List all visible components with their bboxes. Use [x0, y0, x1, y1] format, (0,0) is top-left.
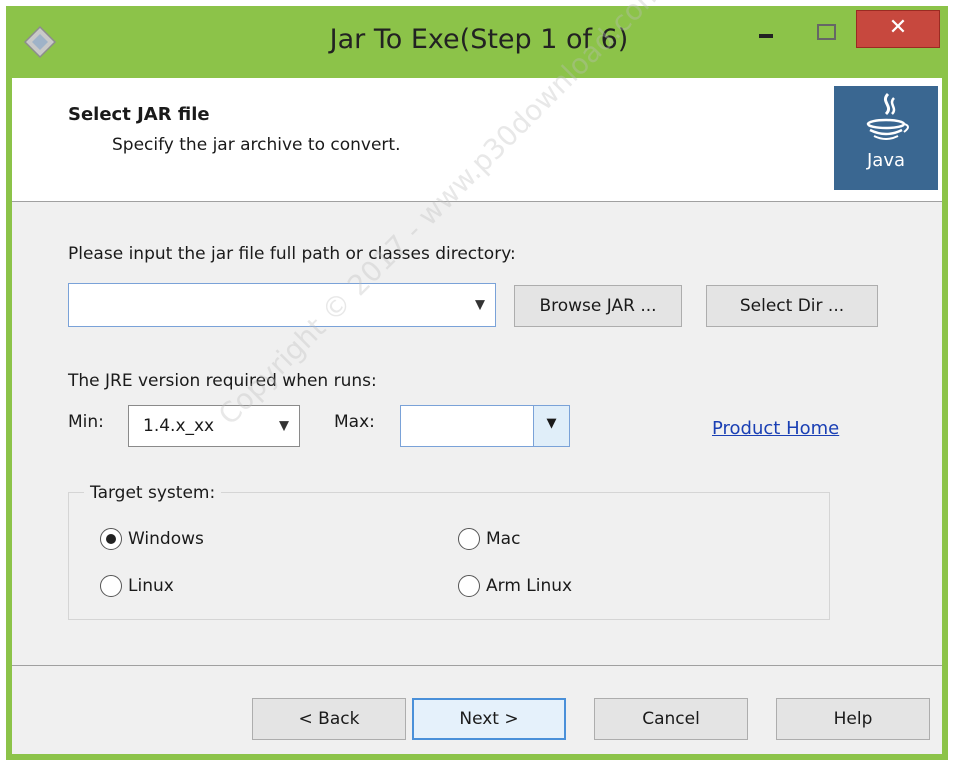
help-button[interactable]: Help — [776, 698, 930, 740]
app-window: Jar To Exe(Step 1 of 6) ✕ Select JAR fil… — [6, 0, 948, 760]
radio-windows-label[interactable]: Windows — [128, 529, 204, 549]
radio-linux-label[interactable]: Linux — [128, 576, 174, 596]
jre-min-value: 1.4.x_xx — [143, 416, 215, 436]
chevron-down-icon: ▼ — [546, 416, 557, 431]
jre-max-dropdown-button[interactable]: ▼ — [533, 406, 569, 446]
jar-path-combobox[interactable]: ▼ — [68, 283, 496, 327]
java-cup-icon — [866, 92, 909, 140]
radio-linux[interactable] — [100, 575, 122, 597]
minimize-button[interactable] — [742, 10, 786, 48]
browse-jar-button[interactable]: Browse JAR ... — [514, 285, 682, 327]
jre-min-combobox[interactable]: 1.4.x_xx ▼ — [128, 405, 300, 447]
minimize-icon — [759, 34, 773, 38]
radio-mac-label[interactable]: Mac — [486, 529, 520, 549]
jre-max-label: Max: — [334, 412, 375, 432]
footer-separator — [12, 665, 942, 666]
maximize-icon — [817, 24, 836, 40]
radio-windows[interactable] — [100, 528, 122, 550]
wizard-client-area: Select JAR file Specify the jar archive … — [12, 0, 942, 754]
radio-arm-linux[interactable] — [458, 575, 480, 597]
window-title: Jar To Exe(Step 1 of 6) — [329, 24, 629, 55]
maximize-button[interactable] — [803, 10, 847, 48]
jar-path-label: Please input the jar file full path or c… — [68, 244, 516, 264]
close-button[interactable]: ✕ — [856, 10, 940, 48]
java-logo: Java — [834, 86, 938, 190]
java-logo-text: Java — [866, 150, 906, 171]
select-dir-button[interactable]: Select Dir ... — [706, 285, 878, 327]
product-home-link[interactable]: Product Home — [712, 418, 839, 439]
step-title: Select JAR file — [68, 104, 210, 125]
back-button[interactable]: < Back — [252, 698, 406, 740]
chevron-down-icon[interactable]: ▼ — [475, 298, 485, 313]
cancel-button[interactable]: Cancel — [594, 698, 748, 740]
jre-version-label: The JRE version required when runs: — [68, 371, 377, 391]
jre-max-combobox[interactable]: ▼ — [400, 405, 570, 447]
next-button[interactable]: Next > — [412, 698, 566, 740]
app-icon — [23, 25, 57, 59]
title-bar[interactable]: Jar To Exe(Step 1 of 6) ✕ — [6, 6, 948, 78]
target-system-title: Target system: — [84, 483, 222, 503]
target-system-group — [68, 492, 830, 620]
step-subtitle: Specify the jar archive to convert. — [112, 135, 401, 155]
close-icon: ✕ — [888, 15, 908, 40]
radio-mac[interactable] — [458, 528, 480, 550]
jre-min-label: Min: — [68, 412, 104, 432]
chevron-down-icon[interactable]: ▼ — [279, 419, 289, 434]
radio-arm-linux-label[interactable]: Arm Linux — [486, 576, 572, 596]
